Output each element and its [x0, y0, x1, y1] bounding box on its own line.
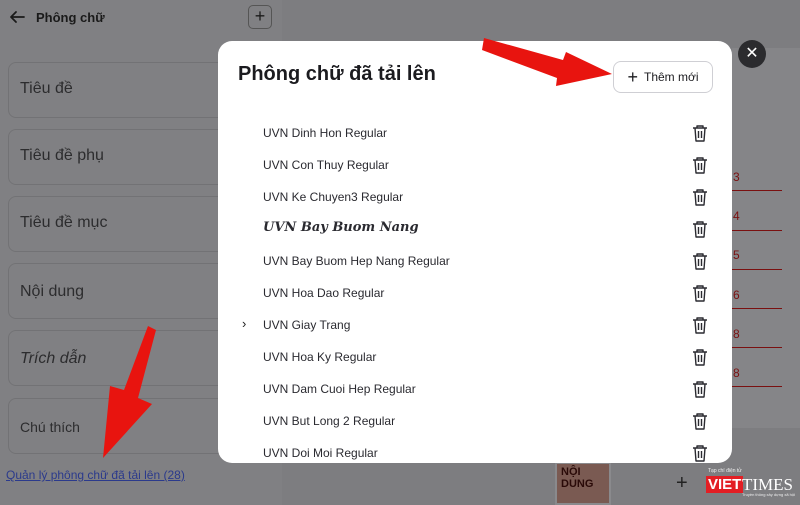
trash-icon[interactable] [692, 348, 708, 366]
trash-icon[interactable] [692, 444, 708, 462]
trash-icon[interactable] [692, 252, 708, 270]
add-new-label: Thêm mới [643, 70, 699, 84]
style-label-quote: Trích dẫn [20, 350, 87, 367]
list-item[interactable]: UVN But Long 2 Regular [218, 405, 732, 437]
font-name: UVN But Long 2 Regular [263, 414, 396, 428]
list-item[interactable]: UVN Dam Cuoi Hep Regular [218, 373, 732, 405]
viettimes-logo: Tạp chí điện tử VIET TIMES Truyền thông … [706, 468, 796, 498]
logo-tagline: Tạp chí điện tử [708, 468, 742, 474]
list-item[interactable]: UVN Bay Buom Hep Nang Regular [218, 245, 732, 277]
trash-icon[interactable] [692, 316, 708, 334]
font-name: UVN Giay Trang [263, 318, 351, 332]
font-name: UVN Doi Moi Regular [263, 446, 378, 460]
style-label-content: Nội dung [20, 283, 85, 300]
trash-icon[interactable] [692, 380, 708, 398]
add-page-icon[interactable]: + [676, 472, 688, 495]
list-item[interactable]: UVN Doi Moi Regular [218, 437, 732, 463]
panel-title: Phông chữ [36, 10, 105, 25]
font-name: UVN Hoa Ky Regular [263, 350, 377, 364]
bg-number: 5 [733, 248, 740, 262]
thumbnail-text: NỘI DUNG [561, 466, 594, 490]
style-label-caption: Chú thích [20, 419, 80, 435]
page-thumbnail[interactable]: NỘI DUNG [555, 462, 611, 505]
bg-rule [732, 230, 782, 231]
style-label-title: Tiêu đề [20, 80, 73, 97]
trash-icon[interactable] [692, 284, 708, 302]
font-name: UVN Bay Buom Nang [263, 220, 419, 235]
panel-header: Phông chữ + [0, 0, 282, 36]
font-name: UVN Ke Chuyen3 Regular [263, 190, 404, 204]
bg-rule [732, 386, 782, 387]
back-arrow-icon[interactable] [8, 8, 26, 26]
chevron-right-icon[interactable]: › [242, 316, 246, 331]
background-page [732, 48, 800, 428]
font-name: UVN Dinh Hon Regular [263, 126, 388, 140]
bg-number: 4 [733, 209, 740, 223]
font-name: UVN Dam Cuoi Hep Regular [263, 382, 416, 396]
logo-subtitle: Truyền thông xây dựng xã hội [742, 492, 796, 497]
font-name: UVN Hoa Dao Regular [263, 286, 385, 300]
list-item[interactable]: UVN Con Thuy Regular [218, 149, 732, 181]
trash-icon[interactable] [692, 220, 708, 238]
style-label-section: Tiêu đề mục [20, 214, 108, 231]
dialog-title: Phông chữ đã tải lên [238, 63, 436, 85]
logo-viet: VIET [706, 476, 744, 493]
plus-icon: + [627, 67, 638, 87]
bg-number: 3 [733, 170, 740, 184]
trash-icon[interactable] [692, 412, 708, 430]
trash-icon[interactable] [692, 124, 708, 142]
font-name: UVN Con Thuy Regular [263, 158, 389, 172]
font-name: UVN Bay Buom Hep Nang Regular [263, 254, 450, 268]
add-font-button[interactable]: + [248, 5, 272, 29]
bg-rule [732, 190, 782, 191]
bg-number: 6 [733, 288, 740, 302]
uploaded-fonts-dialog: Phông chữ đã tải lên + Thêm mới UVN Dinh… [218, 41, 732, 463]
bg-rule [732, 308, 782, 309]
bg-rule [732, 347, 782, 348]
list-item[interactable]: UVN Dinh Hon Regular [218, 117, 732, 149]
add-new-font-button[interactable]: + Thêm mới [613, 61, 713, 93]
font-list: UVN Dinh Hon Regular UVN Con Thuy Regula… [218, 117, 732, 463]
trash-icon[interactable] [692, 188, 708, 206]
bg-number: 8 [733, 327, 740, 341]
bg-number: 8 [733, 366, 740, 380]
list-item[interactable]: UVN Hoa Ky Regular [218, 341, 732, 373]
list-item[interactable]: UVN Hoa Dao Regular [218, 277, 732, 309]
list-item[interactable]: UVN Bay Buom Nang [218, 213, 732, 245]
close-dialog-button[interactable]: ✕ [738, 40, 766, 68]
style-label-subtitle: Tiêu đề phụ [20, 147, 104, 164]
trash-icon[interactable] [692, 156, 708, 174]
list-item[interactable]: › UVN Giay Trang [218, 309, 732, 341]
bg-rule [732, 269, 782, 270]
list-item[interactable]: UVN Ke Chuyen3 Regular [218, 181, 732, 213]
manage-uploaded-fonts-link[interactable]: Quản lý phông chữ đã tải lên (28) [6, 468, 185, 482]
